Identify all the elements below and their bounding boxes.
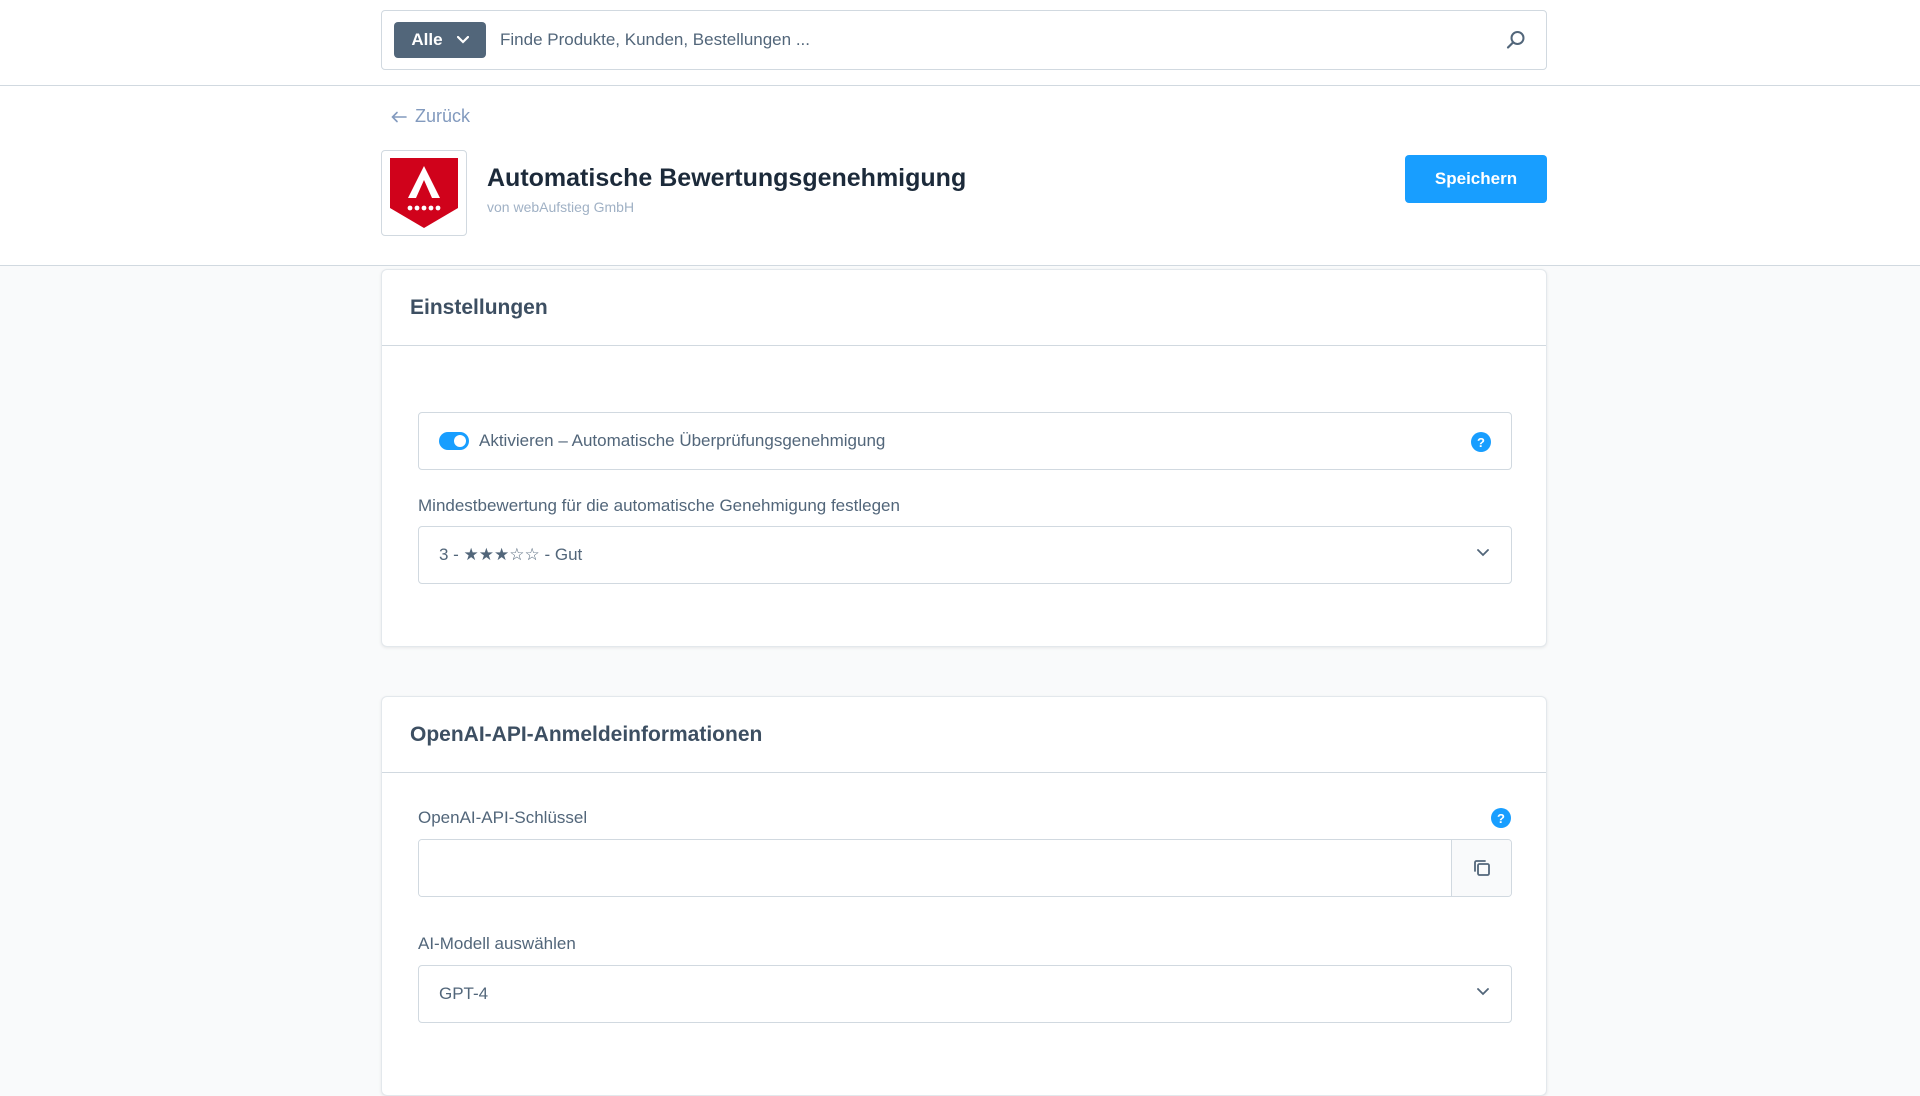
min-rating-value: 3 - ★★★☆☆ - Gut — [439, 545, 583, 564]
ai-model-select[interactable]: GPT-4 — [418, 965, 1512, 1023]
search-button[interactable] — [1486, 10, 1546, 70]
api-key-input[interactable] — [419, 840, 1451, 896]
settings-card-title: Einstellungen — [382, 270, 1546, 346]
copy-icon — [1473, 860, 1490, 876]
search-type-label: Alle — [411, 30, 443, 49]
help-icon[interactable]: ? — [1491, 808, 1511, 828]
app-title: Automatische Bewertungsgenehmigung — [487, 164, 967, 192]
api-key-field-wrap — [418, 839, 1512, 897]
back-link[interactable]: Zurück — [391, 106, 470, 127]
shield-logo-icon — [390, 158, 458, 228]
search-type-dropdown[interactable]: Alle — [394, 22, 486, 58]
ai-model-value: GPT-4 — [439, 984, 489, 1003]
arrow-left-icon — [391, 111, 407, 122]
chevron-down-icon — [456, 36, 469, 44]
chevron-down-icon — [1477, 549, 1489, 557]
search-icon — [1506, 31, 1525, 49]
min-rating-select[interactable]: 3 - ★★★☆☆ - Gut — [418, 526, 1512, 584]
global-search: Alle — [381, 10, 1547, 70]
chevron-down-icon — [1477, 988, 1489, 996]
help-icon[interactable]: ? — [1471, 432, 1491, 452]
settings-card: Einstellungen Aktivieren – Automatische … — [381, 269, 1547, 647]
activate-toggle-row: Aktivieren – Automatische Überprüfungsge… — [418, 412, 1512, 470]
activate-switch[interactable] — [439, 432, 469, 450]
copy-button[interactable] — [1451, 840, 1511, 896]
app-logo — [381, 150, 467, 236]
search-input[interactable] — [500, 11, 1486, 69]
ai-model-label: AI-Modell auswählen — [418, 934, 576, 953]
openai-credentials-card: OpenAI-API-Anmeldeinformationen OpenAI-A… — [381, 696, 1547, 1096]
app-vendor: von webAufstieg GmbH — [487, 199, 635, 215]
back-label: Zurück — [415, 106, 471, 126]
top-bar: Alle — [0, 0, 1920, 86]
app-header: Zurück Automatische Bewertungsgenehmigun… — [0, 86, 1920, 266]
activate-toggle-label: Aktivieren – Automatische Überprüfungsge… — [479, 431, 886, 450]
save-button[interactable]: Speichern — [1405, 155, 1547, 203]
openai-card-title: OpenAI-API-Anmeldeinformationen — [382, 697, 1546, 773]
min-rating-label: Mindestbewertung für die automatische Ge… — [418, 496, 900, 515]
api-key-label: OpenAI-API-Schlüssel — [418, 808, 588, 827]
